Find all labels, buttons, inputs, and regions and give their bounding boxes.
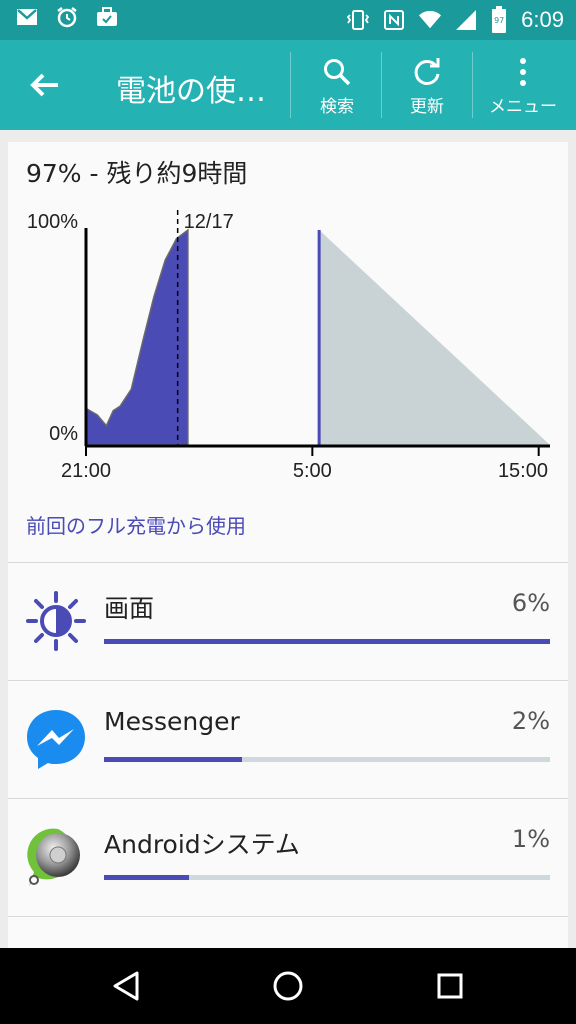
brightness-icon — [24, 589, 88, 653]
more-vert-icon — [520, 58, 526, 86]
status-bar: 97 6:09 — [0, 0, 576, 40]
battery-usage-card: 97% - 残り約9時間 12/17 100% 0% 21:00 5:00 15:00 前… — [8, 142, 568, 952]
app-name: Messenger — [104, 707, 240, 736]
app-bar: 電池の使… 検索 更新 メニュー — [0, 40, 576, 130]
usage-percent: 6% — [511, 589, 550, 617]
menu-button[interactable]: メニュー — [480, 54, 566, 118]
recents-nav-button[interactable] — [428, 966, 472, 1006]
y-tick-label: 0% — [49, 423, 78, 445]
usage-row-messenger[interactable]: Messenger 2% — [8, 681, 568, 797]
back-button[interactable] — [24, 64, 66, 106]
usage-percent: 1% — [511, 825, 550, 853]
usage-bar — [104, 875, 550, 880]
usage-bar — [104, 639, 550, 644]
usage-bar — [104, 757, 550, 762]
gmail-icon — [16, 6, 38, 28]
usage-row-partial[interactable] — [8, 917, 568, 952]
recents-nav-icon — [437, 973, 463, 999]
action-divider — [290, 52, 291, 118]
status-time: 6:09 — [521, 7, 564, 32]
refresh-label: 更新 — [410, 97, 444, 117]
page-title: 電池の使… — [116, 74, 266, 109]
home-nav-button[interactable] — [266, 966, 310, 1006]
usage-percent: 2% — [511, 707, 550, 735]
usage-row-screen[interactable]: 画面 6% — [8, 563, 568, 679]
usage-bar-fill — [104, 639, 550, 644]
messenger-icon — [24, 707, 88, 771]
wifi-icon — [419, 9, 442, 31]
refresh-button[interactable]: 更新 — [384, 54, 470, 118]
battery-summary[interactable]: 97% - 残り約9時間 — [26, 154, 247, 190]
signal-icon — [455, 9, 477, 31]
back-nav-button[interactable] — [104, 966, 148, 1006]
section-title: 前回のフル充電から使用 — [26, 514, 246, 538]
nfc-icon — [383, 9, 405, 31]
usage-bar-fill — [104, 875, 189, 880]
x-tick-label: 5:00 — [293, 460, 332, 482]
action-divider — [472, 52, 473, 118]
android-system-icon — [24, 825, 88, 889]
date-marker-label: 12/17 — [184, 211, 234, 233]
search-label: 検索 — [320, 97, 354, 117]
alarm-icon — [56, 6, 78, 28]
home-nav-icon — [273, 971, 303, 1001]
app-name: Androidシステム — [104, 830, 300, 859]
battery-projected-area — [319, 230, 550, 445]
action-divider — [381, 52, 382, 118]
usage-row-android-system[interactable]: Androidシステム 1% — [8, 799, 568, 915]
navigation-bar — [0, 948, 576, 1024]
vibrate-icon — [347, 9, 370, 31]
menu-label: メニュー — [489, 97, 557, 117]
y-tick-label: 100% — [27, 211, 78, 233]
app-name: 画面 — [104, 594, 155, 623]
battery-used-area — [85, 228, 189, 446]
back-nav-icon — [113, 971, 139, 1001]
search-button[interactable]: 検索 — [294, 54, 380, 118]
usage-bar-fill — [104, 757, 243, 762]
refresh-icon — [414, 58, 440, 85]
battery-level: 97 — [494, 16, 505, 25]
x-tick-label: 15:00 — [498, 460, 548, 482]
battery-history-chart[interactable]: 12/17 100% 0% 21:00 5:00 15:00 — [8, 202, 568, 492]
x-tick-label: 21:00 — [61, 460, 111, 482]
search-icon — [324, 59, 351, 86]
briefcase-icon — [96, 6, 118, 28]
battery-icon: 97 — [491, 6, 507, 34]
arrow-back-icon — [30, 73, 58, 97]
